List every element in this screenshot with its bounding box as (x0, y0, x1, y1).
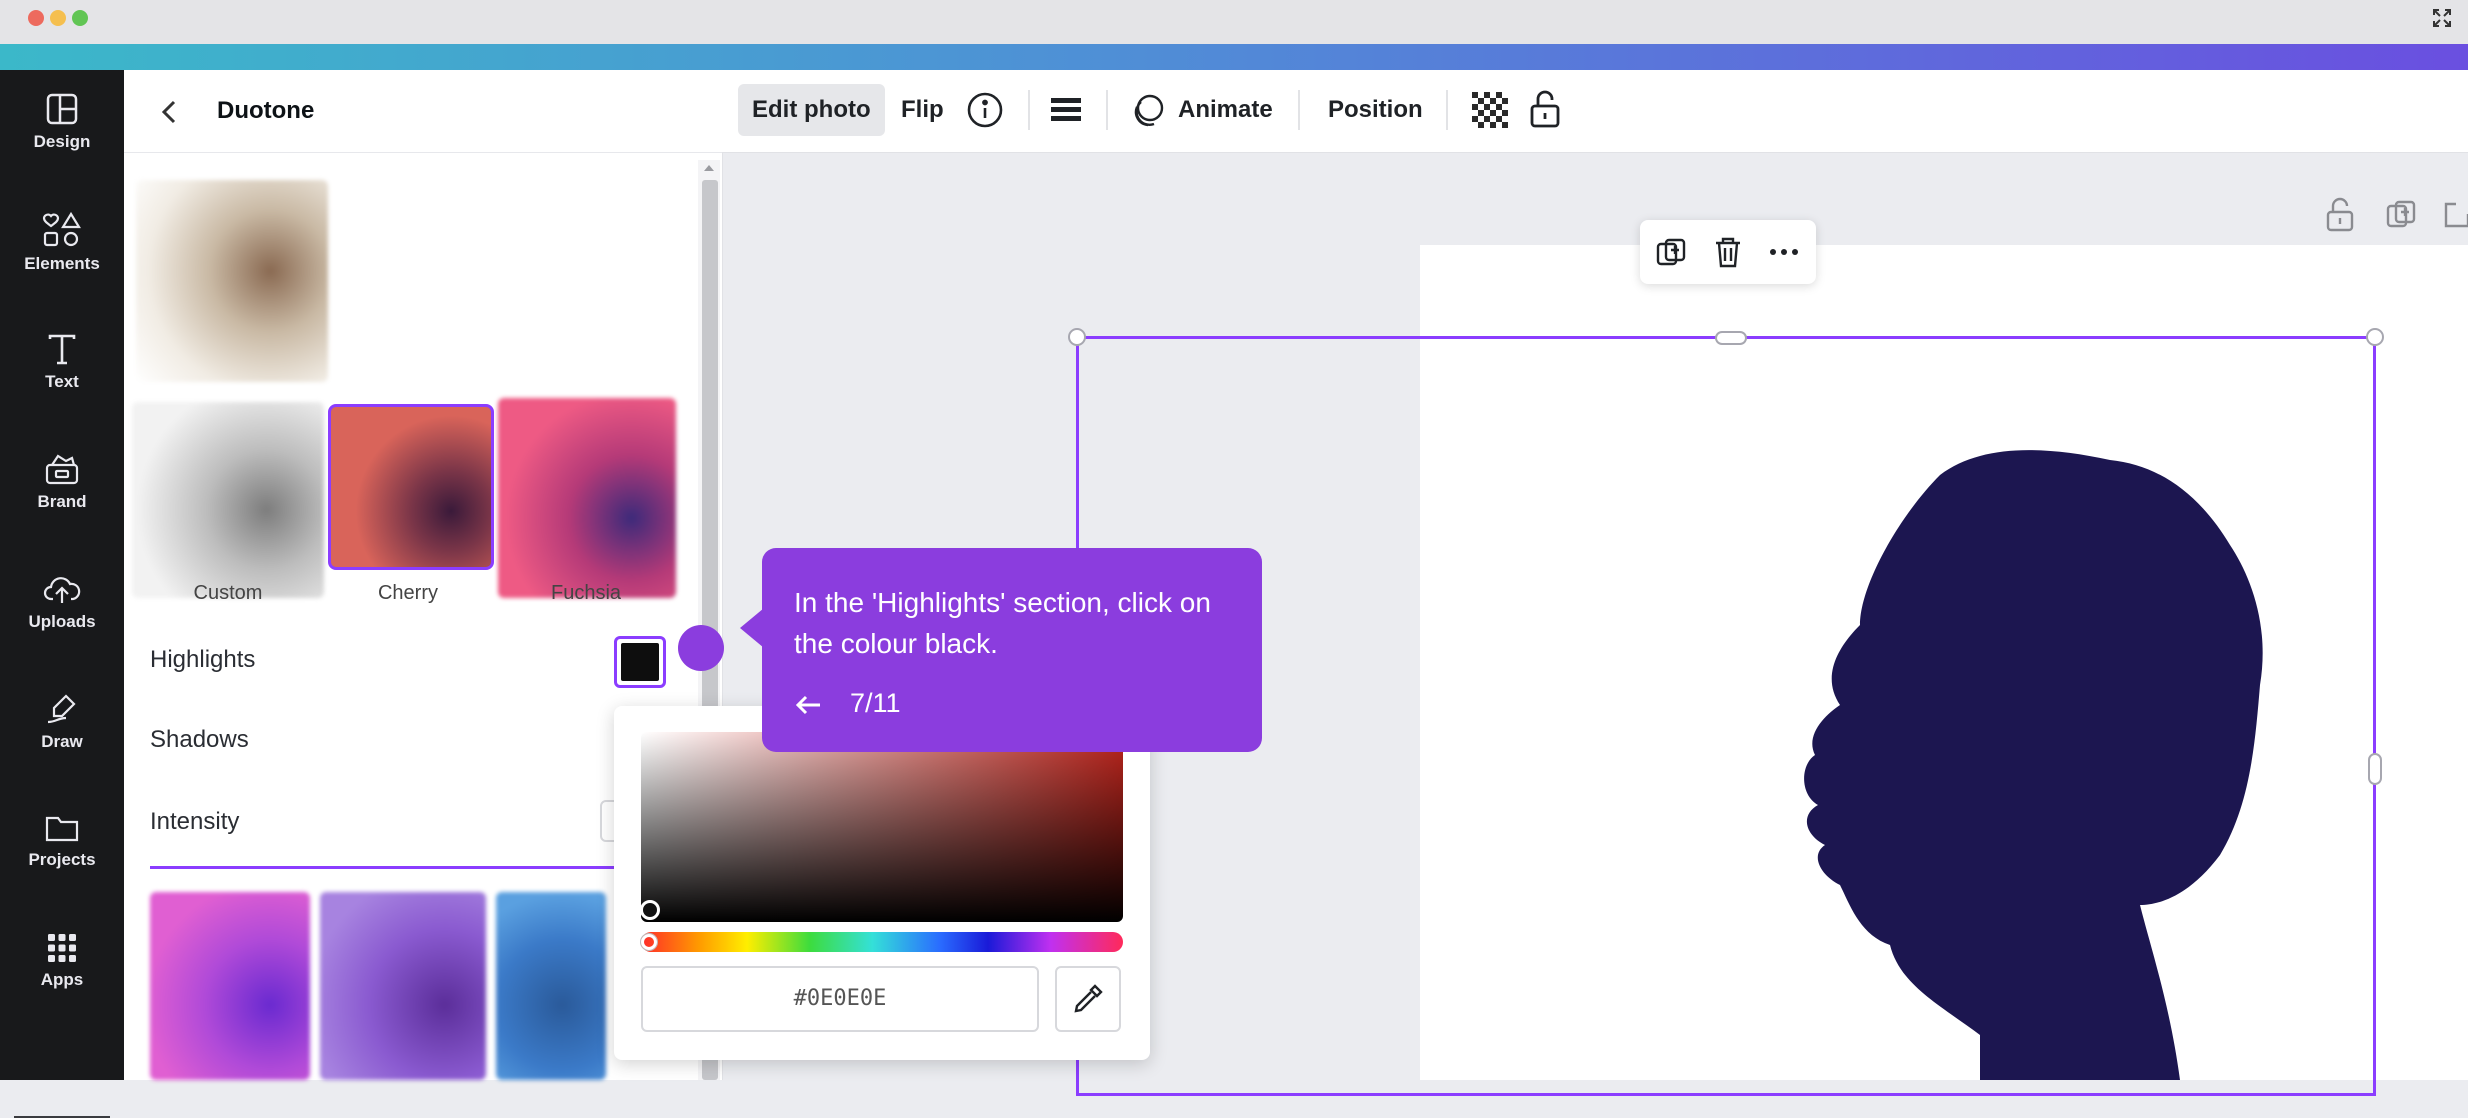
hex-color-input[interactable]: #0E0E0E (641, 966, 1039, 1032)
preset-thumbnail[interactable] (320, 892, 486, 1080)
preset-fuchsia-thumbnail[interactable] (498, 398, 676, 598)
toolbar-separator (1298, 90, 1300, 130)
color-saturation-area[interactable] (641, 732, 1123, 922)
fullscreen-icon[interactable] (2430, 6, 2454, 30)
animate-icon (1134, 94, 1164, 127)
duplicate-icon[interactable] (1654, 234, 1690, 270)
back-arrow-icon[interactable] (150, 92, 190, 132)
animate-button[interactable]: Animate (1164, 84, 1287, 136)
color-picker-popover: #0E0E0E (614, 706, 1150, 1060)
duplicate-page-icon[interactable] (2384, 198, 2418, 232)
sidebar-item-label: Text (45, 372, 79, 391)
sidebar-item-uploads[interactable]: Uploads (0, 550, 124, 660)
add-page-icon[interactable] (2442, 198, 2468, 232)
toolbar-separator (1028, 90, 1030, 130)
minimize-window-button[interactable] (50, 10, 66, 26)
preset-cherry-thumbnail[interactable] (328, 404, 494, 570)
tooltip-step-counter: 7/11 (850, 688, 901, 718)
preset-label: Custom (193, 582, 263, 604)
more-options-icon[interactable] (1766, 234, 1802, 270)
folder-icon (45, 816, 79, 842)
preset-label: Fuchsia (550, 582, 622, 604)
sidebar-item-label: Brand (37, 492, 87, 511)
tooltip-pointer (740, 608, 764, 648)
intensity-label: Intensity (150, 808, 240, 835)
sidebar-item-label: Draw (41, 732, 83, 751)
toolbar-separator (1446, 90, 1448, 130)
left-sidebar: Design Elements Text Brand Uploads Draw … (0, 70, 124, 1118)
window-titlebar (0, 0, 2468, 44)
eyedropper-icon (1074, 984, 1103, 1013)
page-lock-icon[interactable] (2324, 196, 2356, 234)
hue-slider[interactable] (641, 932, 1123, 952)
apps-grid-icon (48, 934, 76, 962)
cloud-upload-icon (43, 577, 81, 603)
zoom-window-button[interactable] (72, 10, 88, 26)
sidebar-item-design[interactable]: Design (0, 70, 124, 180)
sidebar-item-label: Projects (28, 850, 96, 869)
position-button[interactable]: Position (1314, 84, 1437, 136)
trash-icon[interactable] (1710, 234, 1746, 270)
intensity-slider-track[interactable] (150, 866, 640, 869)
toolbar-separator (1106, 90, 1108, 130)
preset-thumbnail[interactable] (496, 892, 606, 1080)
info-icon[interactable] (966, 91, 1004, 129)
panel-header: Duotone (124, 70, 722, 153)
unlock-icon[interactable] (1528, 88, 1562, 130)
color-picker-cursor[interactable] (640, 900, 660, 920)
line-weight-icon[interactable] (1048, 92, 1084, 128)
highlights-color-swatch[interactable] (614, 636, 666, 688)
sidebar-item-label: Design (33, 132, 91, 151)
guide-tooltip: In the 'Highlights' section, click on th… (740, 548, 1262, 752)
transparency-icon[interactable] (1472, 92, 1508, 128)
brand-kit-icon (45, 454, 79, 485)
eyedropper-button[interactable] (1055, 966, 1121, 1032)
close-window-button[interactable] (28, 10, 44, 26)
panel-title: Duotone (217, 97, 315, 124)
selection-frame (1068, 328, 2384, 1096)
edit-photo-button[interactable]: Edit photo (738, 84, 885, 136)
tooltip-instruction: In the 'Highlights' section, click on th… (794, 587, 1211, 659)
resize-handle-top-right[interactable] (2366, 328, 2384, 346)
sidebar-item-brand[interactable]: Brand (0, 430, 124, 540)
resize-handle-top[interactable] (1715, 331, 1747, 345)
shapes-icon (42, 212, 81, 247)
preset-custom-thumbnail[interactable] (132, 402, 324, 598)
scroll-up-icon[interactable] (698, 160, 720, 176)
original-photo-thumbnail[interactable] (136, 180, 328, 382)
header-gradient-bar (0, 44, 2468, 70)
sidebar-item-apps[interactable]: Apps (0, 910, 124, 1020)
shadows-label: Shadows (150, 726, 249, 753)
layout-icon (46, 93, 78, 125)
editor-toolbar: Edit photo Flip Animate Position (722, 70, 2468, 153)
sidebar-item-projects[interactable]: Projects (0, 790, 124, 900)
sidebar-item-text[interactable]: Text (0, 310, 124, 420)
preset-thumbnail[interactable] (150, 892, 310, 1080)
resize-handle-top-left[interactable] (1068, 328, 1086, 346)
highlights-color-fill (621, 643, 659, 681)
preset-label: Cherry (377, 582, 438, 604)
sidebar-item-label: Elements (24, 254, 100, 273)
sidebar-item-elements[interactable]: Elements (0, 190, 124, 300)
sidebar-item-label: Apps (40, 970, 84, 989)
flip-button[interactable]: Flip (887, 84, 958, 136)
draw-icon (47, 694, 76, 724)
sidebar-item-label: Uploads (28, 612, 96, 631)
highlights-label: Highlights (150, 646, 256, 673)
hue-slider-thumb[interactable] (641, 934, 657, 950)
resize-handle-right[interactable] (2368, 753, 2382, 785)
guide-beacon[interactable] (678, 625, 724, 671)
text-icon (48, 334, 76, 365)
sidebar-item-draw[interactable]: Draw (0, 670, 124, 780)
arrow-left-icon[interactable] (792, 688, 826, 722)
element-quick-actions (1640, 220, 1816, 284)
